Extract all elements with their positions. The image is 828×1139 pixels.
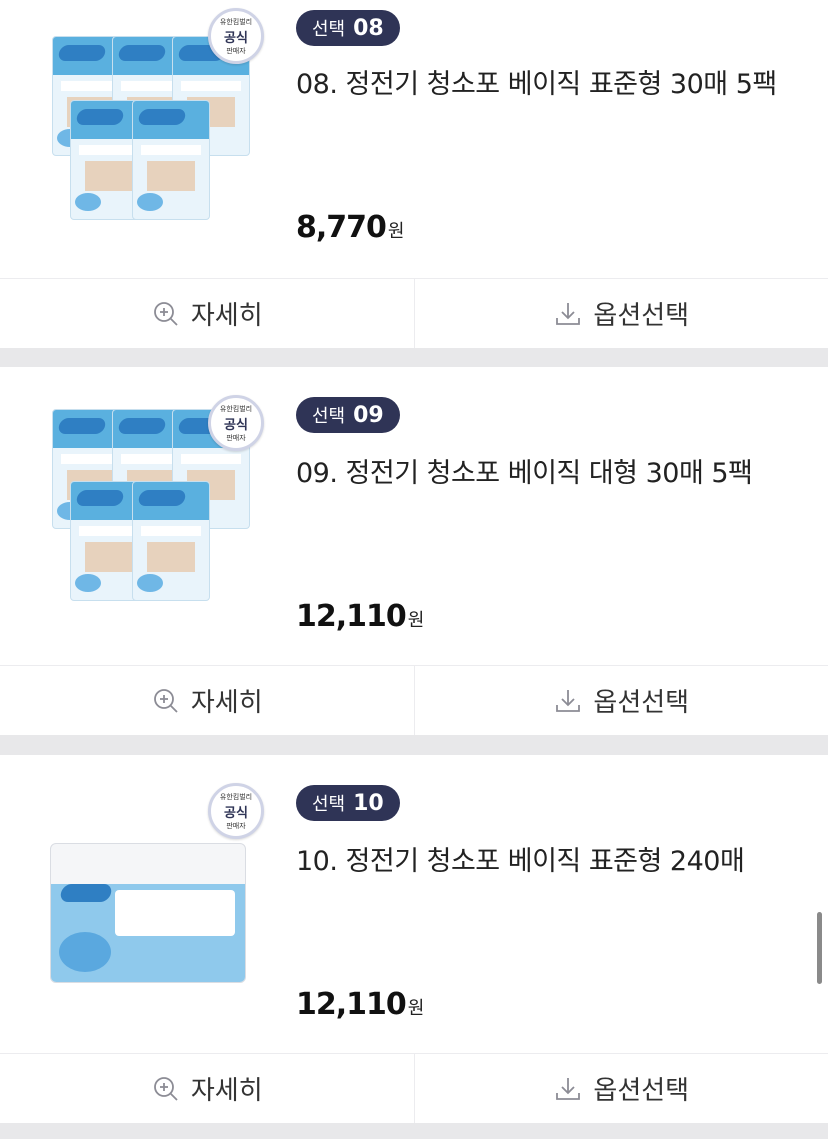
detail-label: 자세히 [190, 301, 263, 331]
download-icon [556, 689, 581, 712]
option-select-button[interactable]: 옵션선택 [413, 1054, 828, 1123]
seal-line2: 공식 [224, 30, 248, 46]
download-icon [556, 302, 581, 325]
detail-button[interactable]: 자세히 [0, 1054, 414, 1123]
option-select-button[interactable]: 옵션선택 [413, 666, 828, 735]
seal-line1: 유한킴벌리 [219, 792, 253, 801]
option-label: 옵션선택 [593, 688, 690, 718]
option-label: 옵션선택 [593, 301, 690, 331]
badge-number: 09 [353, 402, 384, 428]
seal-line2: 공식 [224, 417, 248, 433]
card-actions: 자세히 옵션선택 [0, 278, 828, 348]
product-image[interactable]: 유한킴벌리 공식 판매자 [40, 395, 270, 625]
zoom-in-icon [153, 301, 178, 326]
official-seller-seal: 유한킴벌리 공식 판매자 [208, 8, 264, 64]
badge-number: 10 [353, 790, 384, 816]
badge-label: 선택 [312, 19, 346, 40]
product-title[interactable]: 09. 정전기 청소포 베이직 대형 30매 5팩 [296, 451, 753, 490]
detail-button[interactable]: 자세히 [0, 279, 414, 348]
badge-label: 선택 [312, 794, 346, 815]
product-image[interactable]: 유한킴벌리 공식 판매자 [40, 8, 270, 238]
option-label: 옵션선택 [593, 1076, 690, 1106]
seal-line3: 판매자 [226, 46, 246, 55]
price-amount: 12,110 [296, 987, 407, 1022]
product-card: 유한킴벌리 공식 판매자 선택 08 08. 정전기 청소포 베이직 표준형 3… [0, 0, 828, 348]
seal-line1: 유한킴벌리 [219, 17, 253, 26]
detail-button[interactable]: 자세히 [0, 666, 414, 735]
badge-label: 선택 [312, 406, 346, 427]
official-seller-seal: 유한킴벌리 공식 판매자 [208, 783, 264, 839]
price-currency: 원 [407, 610, 425, 631]
product-image[interactable]: 유한킴벌리 공식 판매자 [40, 783, 270, 1013]
detail-label: 자세히 [190, 688, 263, 718]
seal-line3: 판매자 [226, 821, 246, 830]
card-actions: 자세히 옵션선택 [0, 665, 828, 735]
price-currency: 원 [407, 998, 425, 1019]
option-badge: 선택 10 [296, 785, 400, 821]
product-price: 12,110 원 [296, 599, 424, 634]
seal-line1: 유한킴벌리 [219, 404, 253, 413]
scrollbar[interactable] [817, 912, 822, 984]
official-seller-seal: 유한킴벌리 공식 판매자 [208, 395, 264, 451]
seal-line2: 공식 [224, 805, 248, 821]
card-actions: 자세히 옵션선택 [0, 1053, 828, 1123]
option-badge: 선택 09 [296, 397, 400, 433]
product-card: 유한킴벌리 공식 판매자 선택 09 09. 정전기 청소포 베이직 대형 30… [0, 367, 828, 735]
product-price: 12,110 원 [296, 987, 424, 1022]
product-title[interactable]: 10. 정전기 청소포 베이직 표준형 240매 [296, 839, 745, 878]
zoom-in-icon [153, 688, 178, 713]
option-badge: 선택 08 [296, 10, 400, 46]
option-select-button[interactable]: 옵션선택 [413, 279, 828, 348]
price-amount: 8,770 [296, 210, 387, 245]
badge-number: 08 [353, 15, 384, 41]
seal-line3: 판매자 [226, 433, 246, 442]
product-price: 8,770 원 [296, 210, 404, 245]
product-title[interactable]: 08. 정전기 청소포 베이직 표준형 30매 5팩 [296, 62, 777, 101]
download-icon [556, 1077, 581, 1100]
zoom-in-icon [153, 1076, 178, 1101]
price-amount: 12,110 [296, 599, 407, 634]
product-card: 유한킴벌리 공식 판매자 선택 10 10. 정전기 청소포 베이직 표준형 2… [0, 755, 828, 1123]
price-currency: 원 [387, 221, 405, 242]
detail-label: 자세히 [190, 1076, 263, 1106]
